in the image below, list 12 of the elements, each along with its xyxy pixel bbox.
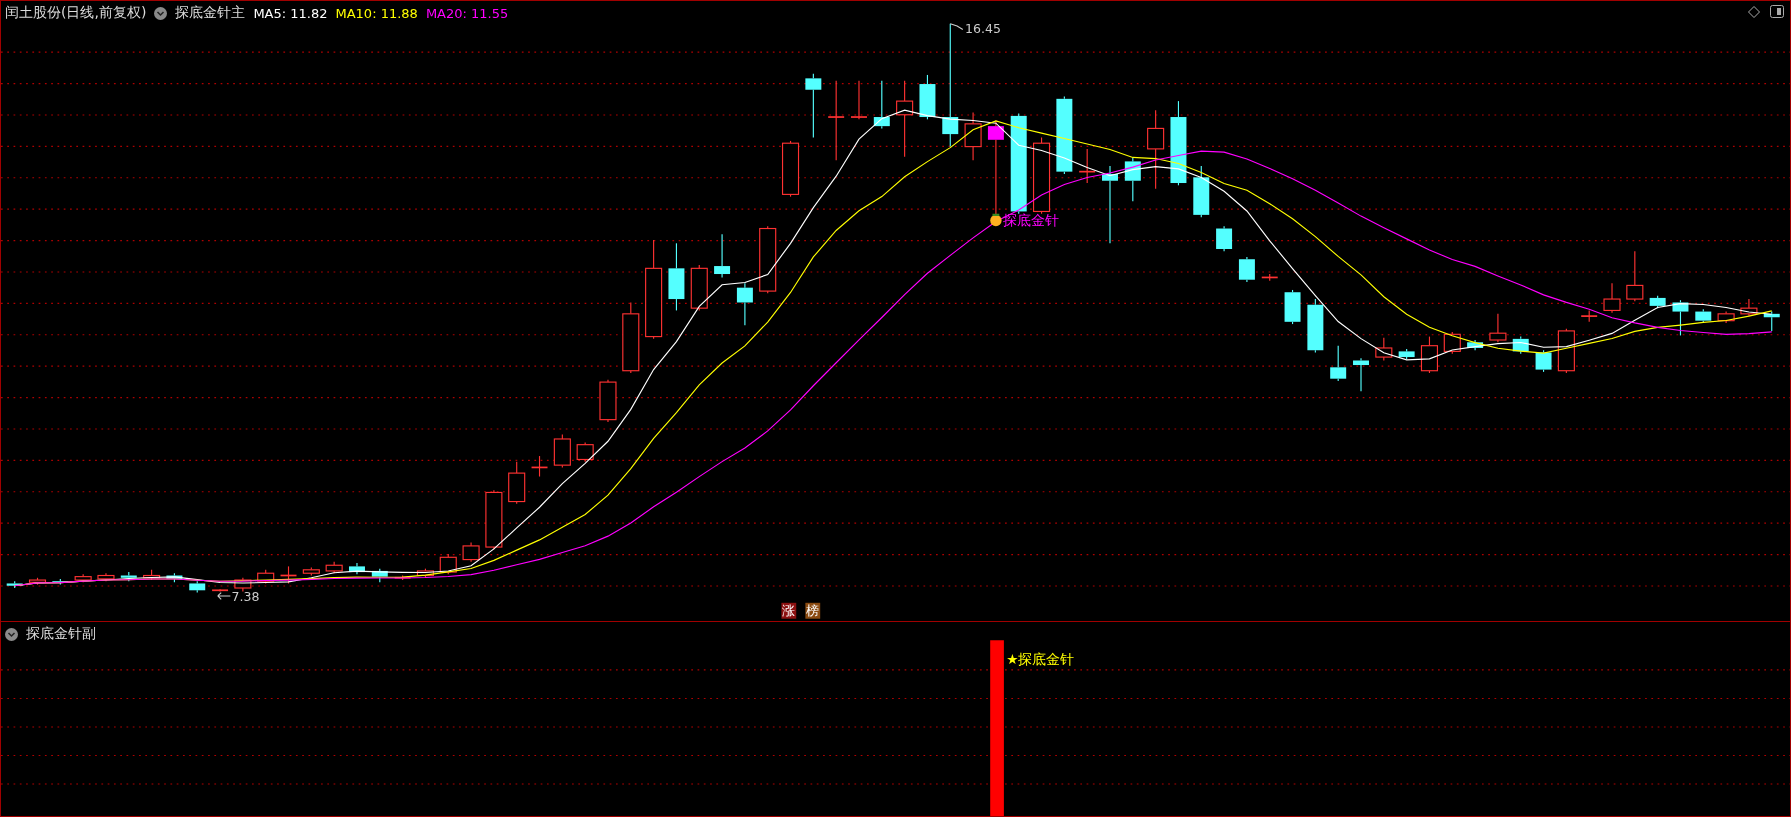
high-price-label: 16.45 — [965, 20, 1001, 36]
ma-reading: MA5: 11.82 — [253, 5, 328, 21]
signal-label: 探底金针 — [1002, 212, 1059, 229]
stock-title: 闰土股份(日线,前复权) — [5, 4, 147, 22]
signal-label: ★探底金针 — [1006, 651, 1075, 668]
indicator-name: 探底金针副 — [26, 625, 96, 643]
indicator-name: 探底金针主 — [175, 4, 246, 22]
ma-reading: MA20: 11.55 — [425, 5, 509, 21]
label-badge: 榜 — [805, 602, 821, 619]
ma-reading: MA10: 11.88 — [335, 5, 418, 21]
low-price-label: 7.38 — [231, 588, 260, 604]
label-badge: 涨 — [781, 602, 797, 619]
